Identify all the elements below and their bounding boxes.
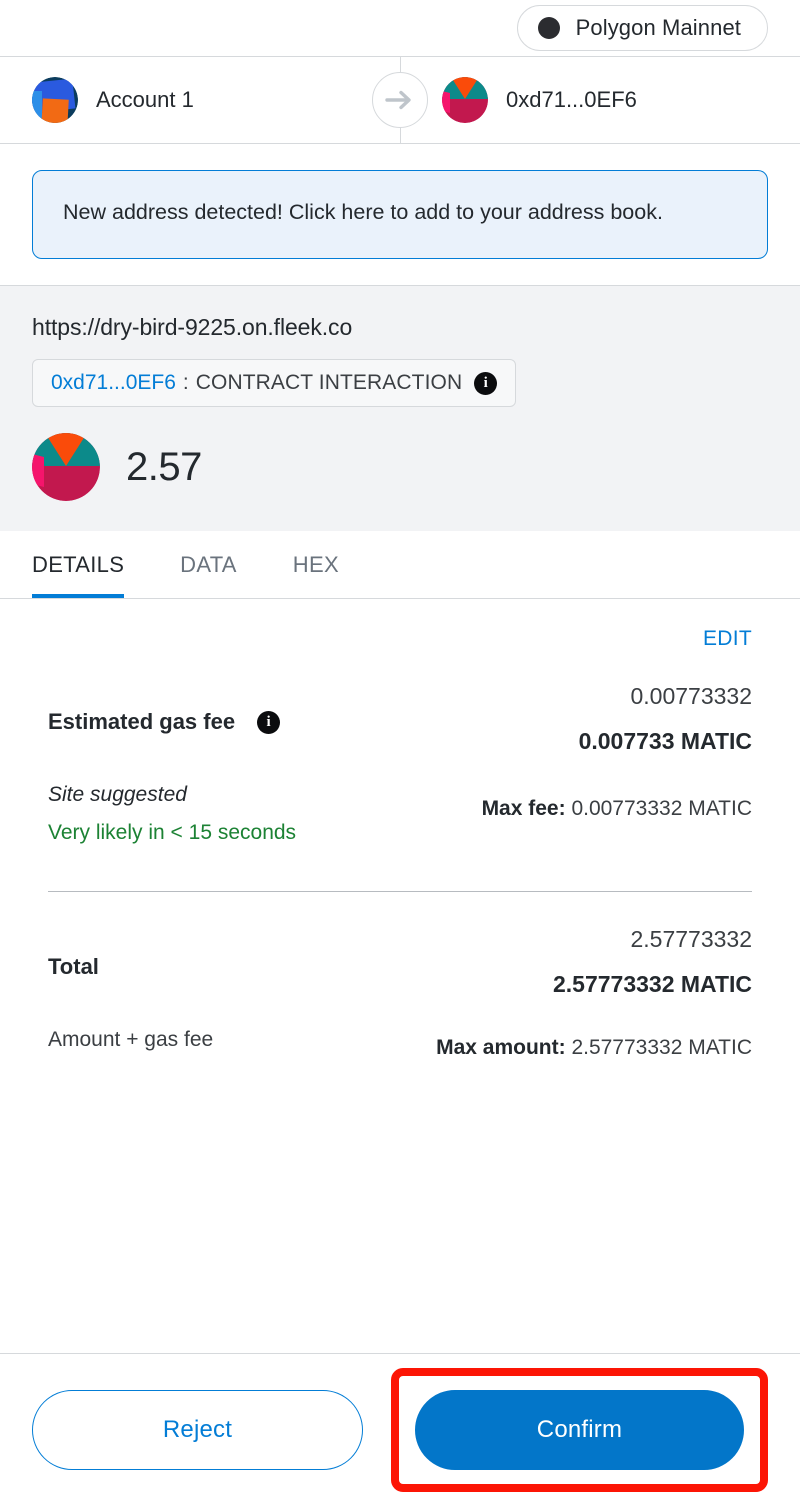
- amount-value: 2.57: [126, 444, 202, 489]
- network-status-dot-icon: [537, 17, 560, 39]
- contract-interaction-pill[interactable]: 0xd71...0EF6 : CONTRACT INTERACTION i: [32, 359, 517, 408]
- gas-fee-native-value: 0.007733 MATIC: [578, 728, 752, 755]
- max-amount-label: Max amount:: [436, 1036, 566, 1060]
- new-address-banner[interactable]: New address detected! Click here to add …: [32, 170, 768, 260]
- token-avatar-icon: [32, 433, 100, 502]
- origin-url-label: https://dry-bird-9225.on.fleek.co: [32, 314, 353, 341]
- gas-speed-estimate: Very likely in < 15 seconds: [48, 821, 297, 845]
- edit-gas-button[interactable]: EDIT: [703, 627, 752, 651]
- contract-info-icon[interactable]: i: [474, 371, 498, 395]
- edit-gas-row: EDIT: [48, 599, 752, 651]
- confirm-button[interactable]: Confirm: [415, 1389, 744, 1470]
- section-divider: [48, 891, 752, 893]
- tab-hex[interactable]: HEX: [293, 552, 339, 598]
- network-name-label: Polygon Mainnet: [575, 15, 741, 40]
- tab-data[interactable]: DATA: [180, 552, 237, 598]
- gas-fee-title: Estimated gas fee: [48, 709, 236, 735]
- action-footer: Reject Confirm: [0, 1353, 800, 1505]
- contract-address-label: 0xd71...0EF6: [51, 371, 176, 395]
- account-transfer-bar: Account 1 0xd71...0EF6: [0, 56, 800, 144]
- details-panel: EDIT Estimated gas fee i Site suggested …: [0, 599, 800, 1353]
- recipient-avatar-icon: [442, 77, 488, 123]
- total-subtitle: Amount + gas fee: [48, 1028, 214, 1052]
- sender-account-name: Account 1: [96, 87, 194, 112]
- gas-fee-info-icon[interactable]: i: [257, 710, 281, 734]
- gas-fee-left: Estimated gas fee i Site suggested Very …: [48, 683, 296, 845]
- gas-fee-right: 0.00773332 0.007733 MATIC Max fee: 0.007…: [482, 683, 752, 821]
- address-book-banner-section: New address detected! Click here to add …: [0, 144, 800, 287]
- origin-amount-section: https://dry-bird-9225.on.fleek.co 0xd71.…: [0, 286, 800, 532]
- max-fee-value: 0.00773332 MATIC: [571, 797, 752, 821]
- total-fiat-value: 2.57773332: [630, 926, 752, 953]
- max-amount-value: 2.57773332 MATIC: [571, 1036, 752, 1060]
- recipient-address-label: 0xd71...0EF6: [506, 87, 637, 112]
- transaction-tabs: DETAILS DATA HEX: [0, 531, 800, 600]
- sender-avatar-icon: [32, 77, 78, 123]
- metamask-confirm-transaction-window: Polygon Mainnet Account 1 0xd71...0EF6 N…: [0, 0, 800, 1505]
- network-selector-button[interactable]: Polygon Mainnet: [516, 5, 768, 51]
- pill-separator: :: [182, 371, 189, 395]
- site-suggested-label: Site suggested: [48, 783, 187, 807]
- new-address-banner-text: New address detected! Click here to add …: [63, 200, 663, 224]
- total-right: 2.57773332 2.57773332 MATIC Max amount: …: [436, 926, 752, 1060]
- reject-button[interactable]: Reject: [32, 1389, 363, 1470]
- max-fee-label: Max fee:: [481, 797, 566, 821]
- max-amount-row: Max amount: 2.57773332 MATIC: [436, 1036, 752, 1060]
- network-header: Polygon Mainnet: [0, 0, 800, 56]
- total-title: Total: [48, 954, 99, 980]
- arrow-right-icon: [372, 72, 428, 128]
- contract-interaction-label: CONTRACT INTERACTION: [195, 371, 463, 395]
- recipient-account[interactable]: 0xd71...0EF6: [400, 57, 800, 143]
- total-native-value: 2.57773332 MATIC: [552, 971, 752, 998]
- gas-fee-row: Estimated gas fee i Site suggested Very …: [48, 683, 752, 845]
- gas-fee-title-wrap: Estimated gas fee i: [48, 709, 296, 735]
- transaction-amount-row: 2.57: [32, 433, 768, 502]
- sender-account[interactable]: Account 1: [0, 57, 400, 143]
- max-fee-row: Max fee: 0.00773332 MATIC: [482, 797, 752, 821]
- total-row: Total Amount + gas fee 2.57773332 2.5777…: [48, 926, 752, 1060]
- tab-details[interactable]: DETAILS: [32, 552, 125, 599]
- total-left: Total Amount + gas fee: [48, 926, 213, 1052]
- confirm-highlight-box: Confirm: [391, 1367, 768, 1492]
- gas-fee-fiat-value: 0.00773332: [630, 683, 752, 710]
